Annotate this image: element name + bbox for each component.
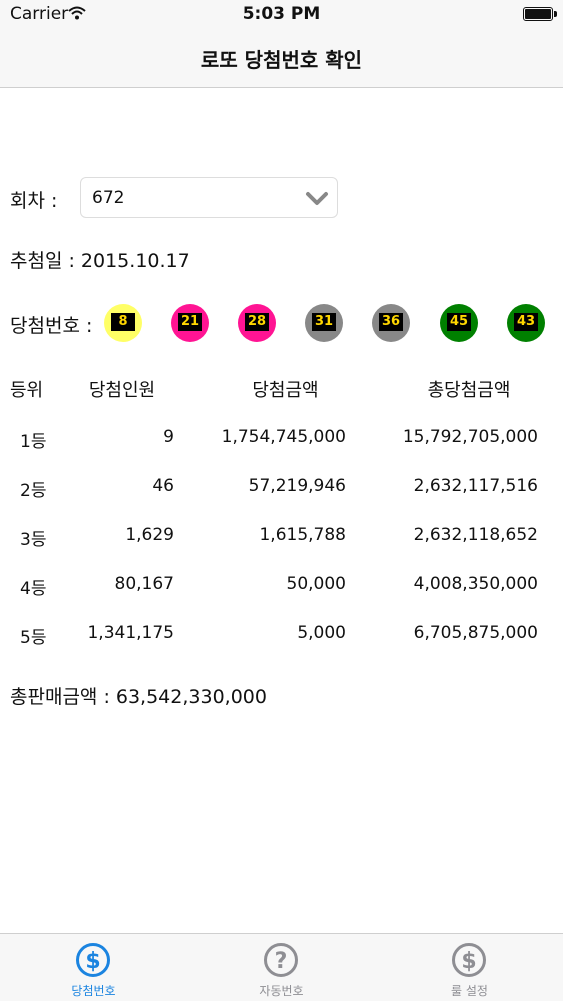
row-prize: 1,615,788 — [259, 525, 346, 545]
tab-winning-numbers[interactable]: $ 당첨번호 — [0, 934, 187, 1001]
lotto-ball-number: 8 — [111, 313, 135, 331]
chevron-down-icon — [305, 188, 329, 212]
header-rank: 등위 — [10, 380, 44, 401]
tab-auto-numbers[interactable]: ? 자동번호 — [188, 934, 375, 1001]
tab-label: 당첨번호 — [71, 984, 116, 998]
page-title: 로또 당첨번호 확인 — [200, 48, 363, 72]
header-prize: 당첨금액 — [252, 380, 319, 401]
navigation-bar: 로또 당첨번호 확인 — [0, 30, 563, 88]
status-bar: Carrier 5:03 PM — [0, 0, 563, 30]
row-winners: 80,167 — [114, 574, 174, 594]
tab-label: 자동번호 — [259, 984, 304, 998]
row-prize: 5,000 — [297, 623, 346, 643]
lotto-ball-number: 36 — [379, 313, 403, 331]
row-winners: 46 — [152, 476, 174, 496]
lotto-ball: 43 — [507, 304, 545, 342]
header-winners: 당첨인원 — [88, 380, 156, 401]
row-total: 6,705,875,000 — [413, 623, 538, 643]
row-rank: 3등 — [20, 530, 47, 550]
lotto-ball-number: 28 — [245, 313, 269, 331]
dollar-circle-icon: $ — [451, 942, 487, 982]
row-total: 2,632,118,652 — [413, 525, 538, 545]
lotto-ball: 31 — [305, 304, 343, 342]
status-time: 5:03 PM — [242, 4, 321, 24]
lotto-ball: 28 — [238, 304, 276, 342]
row-winners: 1,629 — [125, 525, 174, 545]
lotto-ball: 36 — [372, 304, 410, 342]
round-select-value: 672 — [92, 188, 125, 208]
tab-rule-settings[interactable]: $ 룰 설정 — [376, 934, 563, 1001]
lotto-ball-number: 31 — [312, 313, 336, 331]
lotto-ball-number: 45 — [447, 313, 471, 331]
row-rank: 5등 — [20, 628, 47, 648]
row-rank: 2등 — [20, 481, 47, 501]
row-total: 4,008,350,000 — [413, 574, 538, 594]
tab-label: 룰 설정 — [451, 984, 488, 998]
lotto-ball-number: 43 — [514, 313, 538, 331]
round-label: 회차 : — [10, 190, 58, 212]
row-rank: 1등 — [20, 432, 47, 452]
winning-numbers-label: 당첨번호 : — [10, 315, 93, 337]
draw-date: 추첨일 : 2015.10.17 — [10, 250, 190, 272]
question-circle-icon: ? — [263, 942, 299, 982]
row-total: 2,632,117,516 — [413, 476, 538, 496]
lotto-ball: 21 — [171, 304, 209, 342]
tab-bar: $ 당첨번호 ? 자동번호 $ 룰 설정 — [0, 933, 563, 1001]
row-rank: 4등 — [20, 579, 47, 599]
row-winners: 1,341,175 — [87, 623, 174, 643]
row-winners: 9 — [163, 427, 174, 447]
round-select[interactable]: 672 — [80, 177, 338, 218]
dollar-circle-icon: $ — [75, 942, 111, 982]
lotto-ball: 8 — [104, 304, 142, 342]
row-prize: 57,219,946 — [248, 476, 346, 496]
total-sales: 총판매금액 : 63,542,330,000 — [10, 686, 267, 708]
row-prize: 1,754,745,000 — [221, 427, 346, 447]
lotto-ball: 45 — [440, 304, 478, 342]
battery-icon — [523, 7, 557, 21]
header-total-prize: 총당첨금액 — [427, 380, 511, 401]
lotto-ball-number: 21 — [178, 313, 202, 331]
svg-text:$: $ — [85, 949, 100, 974]
row-prize: 50,000 — [286, 574, 346, 594]
svg-text:$: $ — [461, 949, 476, 974]
svg-text:?: ? — [275, 949, 288, 974]
row-total: 15,792,705,000 — [402, 427, 538, 447]
